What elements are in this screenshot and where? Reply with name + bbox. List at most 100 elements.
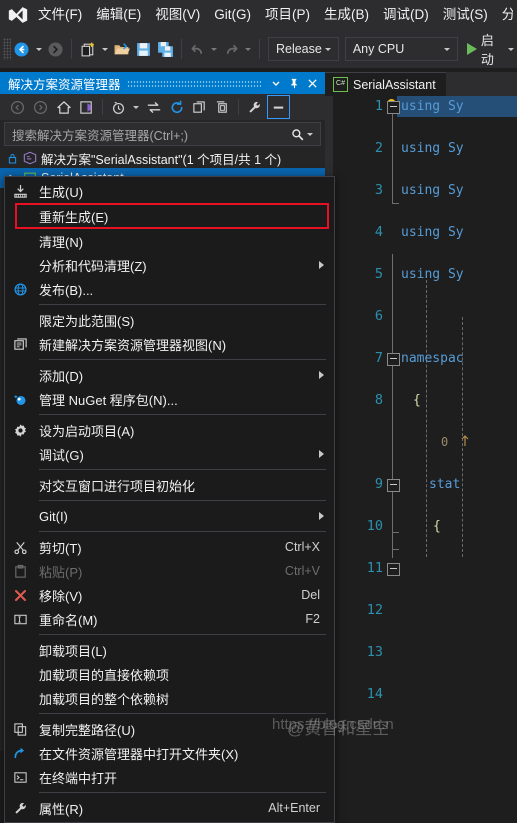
context-menu-item-scope-to-this[interactable]: 限定为此范围(S) [5,308,334,332]
line-number: 1 [374,98,383,114]
new-item-dropdown-icon[interactable] [101,47,108,51]
submenu-arrow-icon [319,371,324,379]
menu-item-debug[interactable]: 调试(D) [376,0,436,30]
context-menu-label: 移除(V) [39,588,83,604]
search-icon[interactable] [291,128,304,141]
properties-wrench-icon [9,797,31,819]
chevron-down-icon [324,47,331,51]
context-menu-item-publish[interactable]: 发布(B)... [5,277,334,301]
toolbar-drag-handle[interactable] [3,38,12,60]
menu-item-analyze[interactable]: 分 [495,0,513,30]
context-menu-item-rebuild[interactable]: 重新生成(E) [5,203,334,229]
menu-item-git[interactable]: Git(G) [207,0,258,30]
context-menu-shortcut: Del [301,588,320,602]
code-line: using Sy [401,99,464,114]
titlebar-drag-dots[interactable] [126,79,261,87]
context-menu-item-rename[interactable]: 重命名(M) F2 [5,607,334,631]
redo-dropdown-icon[interactable] [245,47,252,51]
tree-item-solution[interactable]: 解决方案"SerialAssistant"(1 个项目/共 1 个) [0,148,325,168]
fold-toggle-using[interactable] [387,101,400,114]
navigate-back-dropdown-icon[interactable] [35,47,42,51]
context-menu-item-open-folder-in-explorer[interactable]: 在文件资源管理器中打开文件夹(X) [5,741,334,765]
csharp-file-icon: C# [333,77,348,92]
submenu-arrow-icon [319,512,324,520]
context-menu-item-git[interactable]: Git(I) [5,504,334,528]
menu-item-edit[interactable]: 编辑(E) [89,0,148,30]
open-folder-icon[interactable] [112,37,132,61]
sync-icon[interactable] [143,96,164,118]
chevron-down-icon[interactable] [267,74,285,92]
context-menu-item-initialize-interactive-window[interactable]: 对交互窗口进行项目初始化 [5,473,334,497]
collapse-all-icon[interactable] [189,96,210,118]
editor-tab-serialassistant[interactable]: C# SerialAssistant [325,71,446,97]
context-menu-label: 加载项目的直接依赖项 [39,667,170,683]
navigate-forward-icon[interactable] [46,37,66,61]
context-menu-item-load-direct-dependencies[interactable]: 加载项目的直接依赖项 [5,662,334,686]
menu-item-file[interactable]: 文件(F) [31,0,89,30]
history-dropdown-icon[interactable] [133,105,139,109]
context-menu-item-manage-nuget[interactable]: 管理 NuGet 程序包(N)... [5,387,334,411]
start-dropdown-icon[interactable] [507,47,514,51]
menu-item-project[interactable]: 项目(P) [258,0,317,30]
context-menu-item-remove[interactable]: 移除(V) Del [5,583,334,607]
context-menu-item-unload-project[interactable]: 卸载项目(L) [5,638,334,662]
new-item-icon[interactable] [78,37,98,61]
context-menu-label: 属性(R) [39,801,84,817]
show-all-files-icon[interactable] [212,96,233,118]
menu-item-build[interactable]: 生成(B) [317,0,376,30]
navigate-back-icon[interactable] [12,37,32,61]
menu-separator [39,414,326,415]
nuget-icon [9,388,31,410]
context-menu-item-open-in-terminal[interactable]: 在终端中打开 [5,765,334,789]
search-input[interactable]: 搜索解决方案资源管理器(Ctrl+;) [12,125,291,144]
pin-icon[interactable] [285,74,303,92]
paste-icon [9,560,31,582]
code-editor-pane: C# SerialAssistant 1 using Sy 2 using Sy… [325,71,517,751]
save-icon[interactable] [134,37,154,61]
context-menu-item-debug[interactable]: 调试(G) [5,442,334,466]
close-icon[interactable] [303,74,321,92]
context-menu-item-new-solution-explorer-view[interactable]: 新建解决方案资源管理器视图(N) [5,332,334,356]
context-menu-item-build[interactable]: 生成(U) [5,179,334,203]
save-all-icon[interactable] [155,37,175,61]
editor-text-area[interactable]: 1 using Sy 2 using Sy 3 using Sy 4 using… [333,96,517,751]
project-context-menu[interactable]: 生成(U) 重新生成(E) 清理(N) 分析和代码清理(Z) 发布(B)... [4,176,335,823]
undo-icon[interactable] [188,37,208,61]
preview-selected-items-icon[interactable] [267,95,290,119]
context-menu-item-load-entire-dependency-tree[interactable]: 加载项目的整个依赖树 [5,686,334,710]
context-menu-label: 卸载项目(L) [39,643,107,659]
refresh-icon[interactable] [166,96,187,118]
menu-item-test[interactable]: 测试(S) [436,0,495,30]
context-menu-label: 添加(D) [39,368,84,384]
start-label: 启动 [480,33,494,67]
context-menu-item-analyze[interactable]: 分析和代码清理(Z) [5,253,334,277]
context-menu-item-clean[interactable]: 清理(N) [5,229,334,253]
platform-dropdown[interactable]: Any CPU [344,37,458,61]
start-debug-button[interactable]: 启动 [466,30,517,68]
search-dropdown-icon[interactable] [307,132,313,136]
editor-tab-label: SerialAssistant [353,77,436,92]
context-menu-item-properties[interactable]: 属性(R) Alt+Enter [5,796,334,820]
redo-icon[interactable] [221,37,241,61]
context-menu-label: 重命名(M) [39,612,98,628]
lock-icon [6,150,18,166]
copy-path-icon [9,718,31,740]
gear-icon [9,419,31,441]
context-menu-item-copy-full-path[interactable]: 复制完整路径(U) [5,717,334,741]
undo-dropdown-icon[interactable] [211,47,218,51]
solution-search-box[interactable]: 搜索解决方案资源管理器(Ctrl+;) [4,122,321,146]
home-icon[interactable] [53,96,74,118]
toolbar-separator-3 [259,39,260,59]
forward-icon[interactable] [30,96,51,118]
history-icon[interactable] [108,96,129,118]
properties-wrench-icon[interactable] [244,96,265,118]
context-menu-label: 复制完整路径(U) [39,722,136,738]
context-menu-item-add[interactable]: 添加(D) [5,363,334,387]
editor-body[interactable]: 1 using Sy 2 using Sy 3 using Sy 4 using… [325,96,517,751]
configuration-dropdown[interactable]: Release [267,37,339,61]
context-menu-item-cut[interactable]: 剪切(T) Ctrl+X [5,535,334,559]
context-menu-item-set-as-startup-project[interactable]: 设为启动项目(A) [5,418,334,442]
menu-item-view[interactable]: 视图(V) [148,0,207,30]
back-icon[interactable] [7,96,28,118]
pending-changes-icon[interactable] [76,96,97,118]
